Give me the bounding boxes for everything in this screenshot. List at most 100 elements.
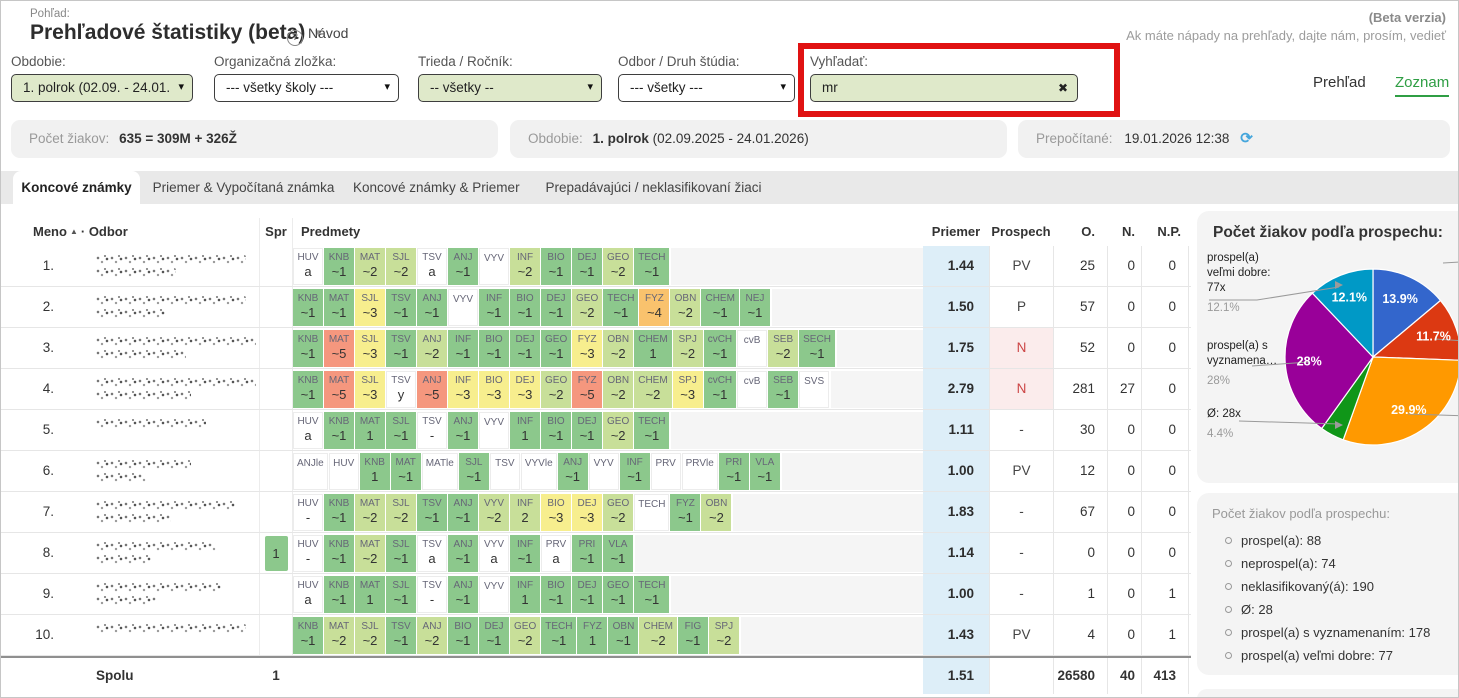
subject-code: HUV <box>333 458 354 470</box>
filter-label-trieda: Trieda / Ročník: <box>418 54 513 69</box>
subject-grade-chip: MATle <box>422 453 458 490</box>
clear-search-icon[interactable]: ✖ <box>1058 75 1068 101</box>
subject-code: TECH <box>638 499 665 511</box>
subject-grade-chip: INF~1 <box>620 453 650 490</box>
behavior-grade-cell <box>259 492 293 532</box>
subject-code: PRVle <box>686 458 714 470</box>
subject-grade-chip: MAT~1 <box>324 289 354 326</box>
subject-grade-chip: BIO~1 <box>510 289 540 326</box>
obdobie-select[interactable]: 1. polrok (02.09. - 24.01. ▾ <box>11 74 193 102</box>
filter-label-obdobie: Obdobie: <box>11 54 66 69</box>
subject-grade-chip: NEJ~1 <box>740 289 770 326</box>
row-number: 3. <box>1 328 61 368</box>
subject-grade: ~2 <box>425 346 440 362</box>
table-row[interactable]: 1.HUVaKNB~1MAT~2SJL~2TSVaANJ~1VYVINF~2BI… <box>1 246 1191 287</box>
grades-table-body: 1.HUVaKNB~1MAT~2SJL~2TSVaANJ~1VYVINF~2BI… <box>1 246 1191 656</box>
refresh-icon[interactable]: ⟳ <box>1240 130 1253 147</box>
subject-grade-chip: DEJ~1 <box>541 289 571 326</box>
trieda-select[interactable]: -- všetky -- ▾ <box>418 74 602 102</box>
page-title[interactable]: Prehľadové štatistiky (beta)▾ <box>30 21 322 45</box>
subject-grade: ~1 <box>332 305 347 321</box>
subject-grade: ~1 <box>456 592 471 608</box>
table-row[interactable]: 6.ANJleHUVKNB1MAT~1MATleSJL~1TSVVYVleANJ… <box>1 451 1191 492</box>
subject-code: VYV <box>594 458 614 470</box>
subject-grade: ~1 <box>611 551 626 567</box>
subject-grade: ~2 <box>611 428 626 444</box>
redacted-text-line <box>96 419 206 428</box>
n-cell: 0 <box>1107 574 1141 614</box>
tab-3[interactable]: Koncové známky & Priemer <box>353 171 518 204</box>
subject-grade-chip: KNB1 <box>360 453 390 490</box>
subject-code: INF <box>486 293 502 305</box>
subject-code: MAT <box>329 334 349 346</box>
table-row[interactable]: 7.HUV-KNB~1MAT~2SJL~2TSV~1ANJ~1VYV~2INF2… <box>1 492 1191 533</box>
org-zlozka-select[interactable]: --- všetky školy --- ▾ <box>214 74 399 102</box>
row-number: 5. <box>1 410 61 450</box>
subject-grade-chip: SJL~2 <box>386 494 416 531</box>
subject-grade-chip: SPJ~2 <box>709 617 739 654</box>
subject-code: VYV <box>484 498 504 510</box>
tab-1[interactable]: Koncové známky <box>13 171 140 204</box>
tab-2[interactable]: Priemer & Vypočítaná známka <box>151 171 336 204</box>
redacted-text-line <box>96 378 256 387</box>
view-switch-prehlad[interactable]: Prehľad <box>1313 74 1366 91</box>
subject-grade-chip: ANJ~2 <box>417 330 447 367</box>
absences-cell: 281 <box>1053 369 1107 409</box>
subject-grade-chip: SJL~1 <box>386 535 416 572</box>
subject-grade: ~1 <box>748 305 763 321</box>
list-item-text: neklasifikovaný(á): 190 <box>1241 579 1374 594</box>
redacted-text-line <box>96 542 216 551</box>
subject-grade: - <box>306 551 310 567</box>
help-link[interactable]: ?Návod <box>287 25 348 46</box>
student-name-redacted <box>61 533 259 573</box>
subject-grade-chip: KNB~1 <box>324 576 354 613</box>
subject-grade: a <box>304 428 311 444</box>
table-row[interactable]: 4.KNB~1MAT~5SJL~3TSVyANJ~5INF~3BIO~3DEJ~… <box>1 369 1191 410</box>
prospech-cell: - <box>989 492 1053 532</box>
subject-grade-chip: ANJ~1 <box>558 453 588 490</box>
subject-grade-chip: SPJ~2 <box>673 330 703 367</box>
subject-grade: ~1 <box>713 387 728 403</box>
list-item: neprospel(a): 74 <box>1225 556 1336 571</box>
tab-bar: Koncové známky Priemer & Vypočítaná známk… <box>1 171 1459 204</box>
subject-grade: y <box>398 387 405 403</box>
average-cell: 1.50 <box>923 287 989 327</box>
column-header-meno-odbor[interactable]: Meno▲· Odbor <box>33 218 128 246</box>
subject-code: KNB <box>298 375 319 387</box>
tab-4[interactable]: Prepadávajúci / neklasifikovaní žiaci <box>541 171 766 204</box>
filter-label-org: Organizačná zložka: <box>214 54 336 69</box>
subject-grade: ~2 <box>549 387 564 403</box>
subject-grade: ~1 <box>456 264 471 280</box>
subject-grade: a <box>428 551 435 567</box>
subject-code: PRI <box>725 457 742 469</box>
table-row[interactable]: 8.1HUV-KNB~1MAT~2SJL~1TSVaANJ~1VYVaINF~1… <box>1 533 1191 574</box>
search-input[interactable]: mr ✖ <box>810 74 1078 102</box>
subject-code: TECH <box>545 621 572 633</box>
subject-grade-chip: ANJ~1 <box>448 248 478 285</box>
subject-grade: 2 <box>521 510 528 526</box>
table-row[interactable]: 10.KNB~1MAT~2SJL~2TSV~1ANJ~2BIO~1DEJ~1GE… <box>1 615 1191 656</box>
pie-chart-card: Počet žiakov podľa prospechu: 13.9%11.7%… <box>1197 211 1459 483</box>
total-o: 26580 <box>1053 658 1107 694</box>
absences-cell: 25 <box>1053 246 1107 286</box>
odbor-select[interactable]: --- všetky --- ▾ <box>618 74 795 102</box>
subject-grade-chip: KNB~1 <box>324 494 354 531</box>
subject-grade-chip: TSV~1 <box>386 330 416 367</box>
subject-grade: ~1 <box>301 346 316 362</box>
subject-grade: ~1 <box>580 264 595 280</box>
table-row[interactable]: 3.KNB~1MAT~5SJL~3TSV~1ANJ~2INF~1BIO~1DEJ… <box>1 328 1191 369</box>
students-count-value: 635 = 309M + 326Ž <box>119 131 237 146</box>
subject-grade: a <box>304 592 311 608</box>
prospech-cell: PV <box>989 615 1053 655</box>
subject-code: MAT <box>360 498 380 510</box>
table-row[interactable]: 2.KNB~1MAT~1SJL~3TSV~1ANJ~1VYVINF~1BIO~1… <box>1 287 1191 328</box>
absences-cell: 4 <box>1053 615 1107 655</box>
table-row[interactable]: 9.HUVaKNB~1MAT1SJL~1TSV-ANJ~1VYVINF1BIO~… <box>1 574 1191 615</box>
np-cell: 0 <box>1141 287 1189 327</box>
subject-code: ANJ <box>423 621 442 633</box>
view-switch-zoznam[interactable]: Zoznam <box>1395 74 1449 97</box>
table-row[interactable]: 5.HUVaKNB~1MAT1SJL~1TSV-ANJ~1VYVINF1BIO~… <box>1 410 1191 451</box>
subject-grade-chip: GEO~2 <box>603 248 633 285</box>
subject-code: INF <box>455 375 471 387</box>
subject-code: CHEM <box>638 375 667 387</box>
